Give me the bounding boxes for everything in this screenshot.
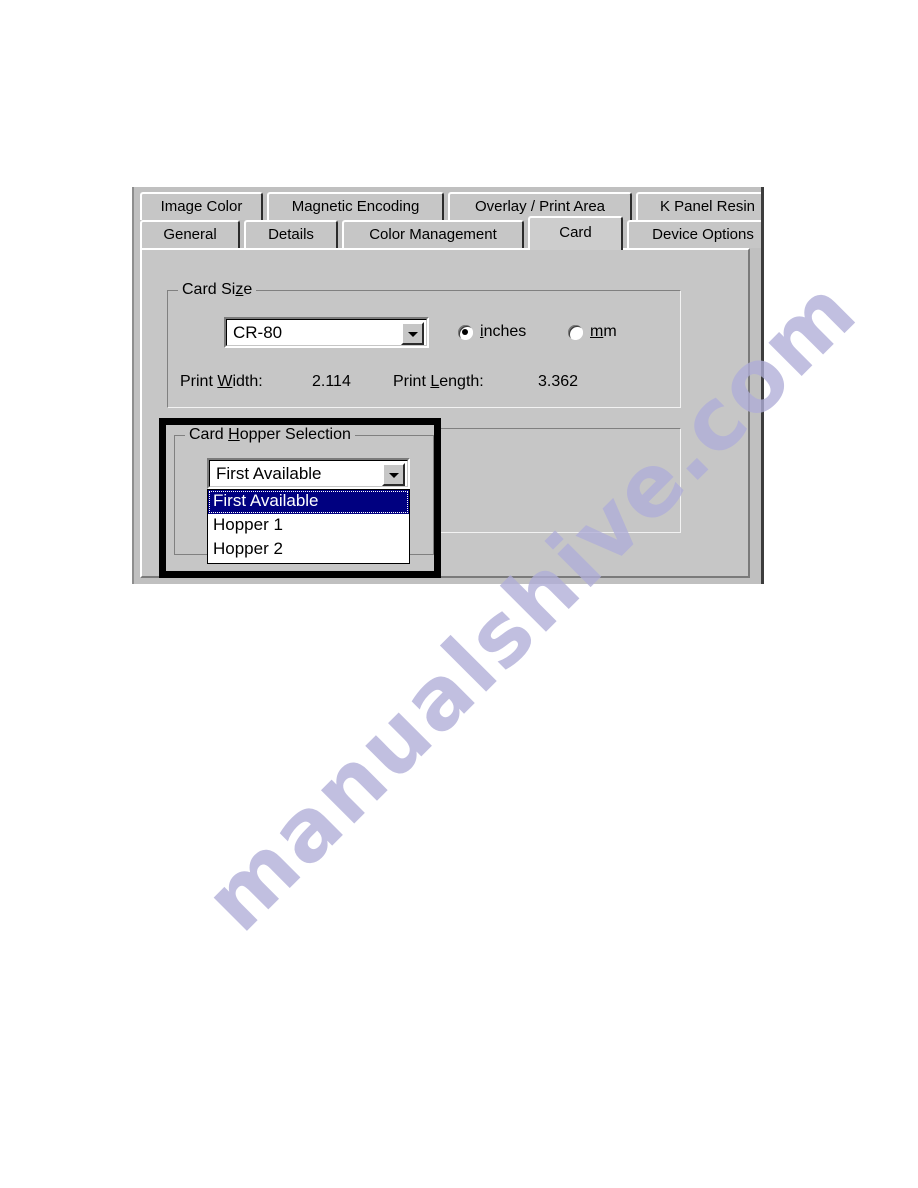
tab-label: Image Color: [160, 198, 243, 215]
chevron-down-icon: [388, 472, 399, 478]
tab-label: Details: [268, 226, 314, 243]
print-length-label: Print Length:: [393, 373, 484, 390]
tab-k-panel-resin[interactable]: K Panel Resin: [636, 192, 764, 220]
tab-label: Color Management: [369, 226, 497, 243]
card-size-groupbox: Card Size CR-80 inches mm Print Width: 2…: [167, 281, 681, 408]
card-hopper-combobox[interactable]: First Available: [207, 458, 410, 489]
tab-label: Overlay / Print Area: [474, 198, 606, 215]
print-width-value: 2.114: [312, 373, 351, 390]
card-size-combobox[interactable]: CR-80: [224, 317, 429, 348]
tab-label: General: [163, 226, 217, 243]
dropdown-option-hopper-1[interactable]: Hopper 1: [208, 514, 409, 538]
radio-inches-indicator: [458, 325, 473, 340]
tab-label: Card: [559, 224, 592, 241]
card-size-group-title: Card Size: [178, 281, 257, 299]
tab-label: Magnetic Encoding: [291, 198, 420, 215]
radio-inches-label: inches: [480, 323, 527, 340]
tab-image-color[interactable]: Image Color: [140, 192, 263, 220]
card-hopper-dropdown-button[interactable]: [382, 463, 405, 486]
tab-magnetic-encoding[interactable]: Magnetic Encoding: [267, 192, 444, 220]
watermark-overlay: manualshive.com: [0, 0, 918, 1188]
print-width-label: Print Width:: [180, 373, 263, 390]
card-hopper-group-title: Card Hopper Selection: [185, 426, 355, 444]
tab-color-management[interactable]: Color Management: [342, 220, 524, 248]
card-tab-panel: Card Size CR-80 inches mm Print Width: 2…: [140, 248, 750, 578]
card-hopper-dropdown-list[interactable]: First Available Hopper 1 Hopper 2: [207, 489, 410, 564]
radio-mm-indicator: [568, 325, 583, 340]
tab-label: K Panel Resin: [659, 198, 756, 215]
card-hopper-combobox-value: First Available: [216, 464, 322, 483]
tab-label: Device Options: [652, 226, 754, 243]
chevron-down-icon: [407, 331, 418, 337]
print-length-value: 3.362: [538, 373, 579, 390]
tab-card[interactable]: Card: [528, 216, 623, 250]
radio-mm-label: mm: [590, 323, 617, 340]
card-size-dropdown-button[interactable]: [401, 322, 424, 345]
dropdown-option-first-available[interactable]: First Available: [208, 490, 409, 514]
tab-general[interactable]: General: [140, 220, 240, 248]
card-hopper-inner-frame: Card Hopper Selection First Available Fi…: [174, 426, 434, 564]
annotation-highlight-box: Card Hopper Selection First Available Fi…: [159, 418, 441, 578]
card-size-combobox-value: CR-80: [233, 323, 283, 342]
tab-device-options[interactable]: Device Options: [627, 220, 764, 248]
tab-details[interactable]: Details: [244, 220, 338, 248]
dropdown-option-hopper-2[interactable]: Hopper 2: [208, 538, 409, 562]
printing-preferences-dialog: Image Color Magnetic Encoding Overlay / Pr…: [132, 187, 764, 584]
